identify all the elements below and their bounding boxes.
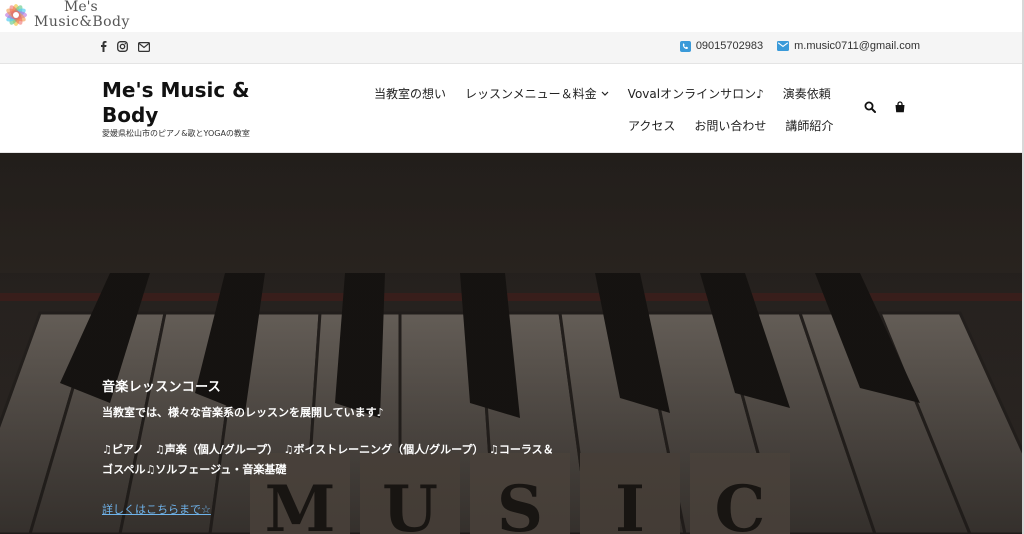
nav-item-instructor[interactable]: 講師紹介 bbox=[785, 117, 833, 134]
cart-icon[interactable] bbox=[894, 101, 906, 113]
instagram-icon[interactable] bbox=[117, 41, 128, 52]
mail-icon[interactable] bbox=[138, 41, 150, 52]
course-line-2: ゴスペル♫ソルフェージュ・音楽基礎 bbox=[102, 463, 287, 476]
nav-item-access[interactable]: アクセス bbox=[628, 117, 675, 134]
hero-title: 音楽レッスンコース bbox=[102, 380, 222, 395]
hero-intro: 当教室では、様々な音楽系のレッスンを展開しています♪ bbox=[102, 406, 384, 419]
search-icon[interactable] bbox=[864, 101, 876, 113]
nav-item-philosophy[interactable]: 当教室の想い bbox=[374, 85, 446, 102]
hero-banner: M U S I C 音楽レッスンコース 当教室では、様々な音楽系のレッスンを展開… bbox=[0, 153, 1022, 534]
phone-contact[interactable]: 09015702983 bbox=[679, 40, 763, 52]
contact-info: 09015702983 m.music0711@gmail.com bbox=[679, 40, 920, 52]
logo-wordmark[interactable]: Me's Music&Body bbox=[34, 0, 130, 30]
nav-label: アクセス bbox=[628, 119, 676, 133]
nav-row-2: アクセス お問い合わせ 講師紹介 bbox=[628, 117, 852, 134]
nav-item-lesson-menu[interactable]: レッスンメニュー＆料金 bbox=[465, 85, 609, 102]
nav-label: 講師紹介 bbox=[785, 119, 834, 133]
header-icons bbox=[864, 101, 906, 113]
site-header: Me's Music & Body 愛媛県松山市のピアノ&歌とYOGAの教室 当… bbox=[0, 65, 1022, 153]
phone-number[interactable]: 09015702983 bbox=[696, 40, 763, 52]
logo-line2: Music&Body bbox=[34, 14, 130, 30]
hero-content: 音楽レッスンコース 当教室では、様々な音楽系のレッスンを展開しています♪ ♫ピア… bbox=[102, 376, 622, 517]
course-line-1: ♫ピアノ ♫声楽（個人/グループ） ♫ボイストレーニング（個人/グループ） ♫コ… bbox=[102, 443, 554, 456]
logo-strip: Me's Music&Body bbox=[0, 0, 1024, 32]
nav-label: 当教室の想い bbox=[374, 87, 447, 101]
site-tagline: 愛媛県松山市のピアノ&歌とYOGAの教室 bbox=[102, 129, 250, 138]
chevron-down-icon bbox=[601, 91, 609, 96]
envelope-icon bbox=[777, 41, 790, 51]
email-address[interactable]: m.music0711@gmail.com bbox=[794, 40, 920, 52]
nav-label: Vovalオンラインサロン♪ bbox=[627, 87, 764, 101]
logo-line1: Me's bbox=[64, 0, 98, 15]
nav-item-performance-request[interactable]: 演奏依頼 bbox=[783, 85, 831, 102]
site-title[interactable]: Me's Music & Body bbox=[102, 78, 272, 128]
nav-item-online-salon[interactable]: Vovalオンラインサロン♪ bbox=[628, 85, 764, 102]
nav-row-1: 当教室の想い レッスンメニュー＆料金 Vovalオンラインサロン♪ 演奏依頼 bbox=[374, 85, 850, 102]
social-links bbox=[100, 41, 150, 52]
hero-course-list: ♫ピアノ ♫声楽（個人/グループ） ♫ボイストレーニング（個人/グループ） ♫コ… bbox=[102, 440, 622, 480]
phone-icon bbox=[679, 40, 691, 52]
logo-flower-icon bbox=[5, 4, 27, 26]
top-bar: 09015702983 m.music0711@gmail.com bbox=[0, 32, 1024, 64]
nav-label: 演奏依頼 bbox=[782, 87, 831, 101]
nav-label: お問い合わせ bbox=[694, 119, 767, 133]
nav-item-contact[interactable]: お問い合わせ bbox=[694, 117, 766, 134]
nav-label: レッスンメニュー＆料金 bbox=[465, 87, 597, 101]
email-contact[interactable]: m.music0711@gmail.com bbox=[777, 40, 920, 52]
details-link[interactable]: 詳しくはこちらまで☆ bbox=[102, 503, 211, 516]
facebook-icon[interactable] bbox=[100, 41, 107, 52]
